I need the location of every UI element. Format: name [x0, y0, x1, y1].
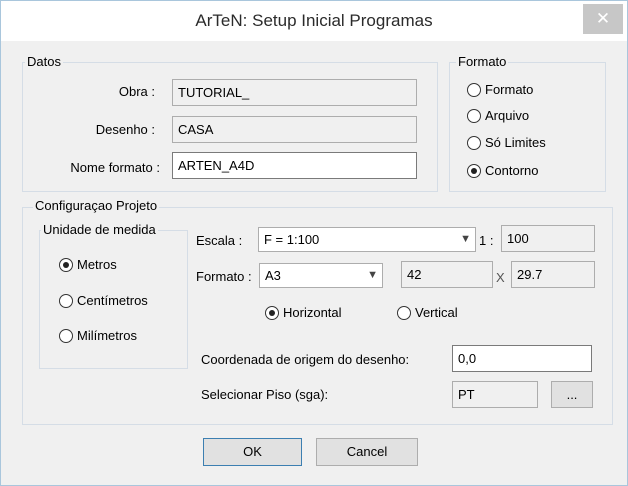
radio-label: Contorno — [485, 163, 539, 178]
cancel-button[interactable]: Cancel — [316, 438, 418, 466]
chevron-down-icon: ▼ — [367, 269, 378, 281]
formato-size-select-value: A3 — [265, 268, 281, 283]
radio-unchecked-icon — [397, 306, 411, 320]
radio-unchecked-icon — [59, 329, 73, 343]
chevron-down-icon: ▼ — [460, 233, 471, 245]
formato-width-field[interactable]: 42 — [401, 261, 493, 288]
radio-label: Formato — [485, 82, 534, 97]
radio-label: Só Limites — [485, 135, 546, 150]
radio-unchecked-icon — [59, 294, 73, 308]
formato-legend: Formato — [456, 54, 509, 69]
setup-dialog: ArTeN: Setup Inicial Programas ✕ Datos O… — [0, 0, 628, 486]
radio-label: Metros — [77, 257, 117, 272]
escala-label: Escala : — [196, 233, 243, 248]
radio-label: Arquivo — [485, 108, 530, 123]
escala-ratio-label: 1 : — [479, 233, 494, 248]
close-icon[interactable]: ✕ — [583, 4, 623, 34]
obra-field[interactable]: TUTORIAL_ — [172, 79, 417, 106]
unidade-legend: Unidade de medida — [41, 222, 158, 237]
dialog-client: Datos Obra : TUTORIAL_ Desenho : CASA No… — [9, 41, 619, 478]
piso-field[interactable]: PT — [452, 381, 538, 408]
times-icon: X — [496, 270, 505, 285]
radio-label: Vertical — [415, 305, 458, 320]
radio-checked-icon — [467, 164, 481, 178]
obra-label: Obra : — [118, 84, 155, 99]
formato-size-select[interactable]: A3 ▼ — [259, 263, 383, 288]
radio-label: Milímetros — [77, 328, 137, 343]
formato-size-label: Formato : — [196, 269, 252, 284]
config-legend: Configuraçao Projeto — [33, 198, 160, 213]
desenho-label: Desenho : — [95, 122, 155, 137]
escala-ratio-field[interactable]: 100 — [501, 225, 595, 252]
browse-button[interactable]: ... — [551, 381, 593, 408]
escala-select-value: F = 1:100 — [264, 232, 320, 247]
radio-unchecked-icon — [467, 83, 481, 97]
ok-button[interactable]: OK — [203, 438, 302, 466]
radio-checked-icon — [265, 306, 279, 320]
title-bar: ArTeN: Setup Inicial Programas ✕ — [1, 1, 627, 41]
radio-label: Horizontal — [283, 305, 342, 320]
radio-unchecked-icon — [467, 109, 481, 123]
radio-unchecked-icon — [467, 136, 481, 150]
escala-select[interactable]: F = 1:100 ▼ — [258, 227, 476, 252]
radio-checked-icon — [59, 258, 73, 272]
origem-label: Coordenada de origem do desenho: — [201, 352, 410, 367]
datos-legend: Datos — [25, 54, 63, 69]
desenho-field[interactable]: CASA — [172, 116, 417, 143]
formato-height-field[interactable]: 29.7 — [511, 261, 595, 288]
piso-label: Selecionar Piso (sga): — [201, 387, 329, 402]
nome-formato-field[interactable]: ARTEN_A4D — [172, 152, 417, 179]
radio-label: Centímetros — [77, 293, 148, 308]
origem-field[interactable]: 0,0 — [452, 345, 592, 372]
nome-formato-label: Nome formato : — [70, 160, 160, 175]
window-title: ArTeN: Setup Inicial Programas — [195, 11, 433, 30]
